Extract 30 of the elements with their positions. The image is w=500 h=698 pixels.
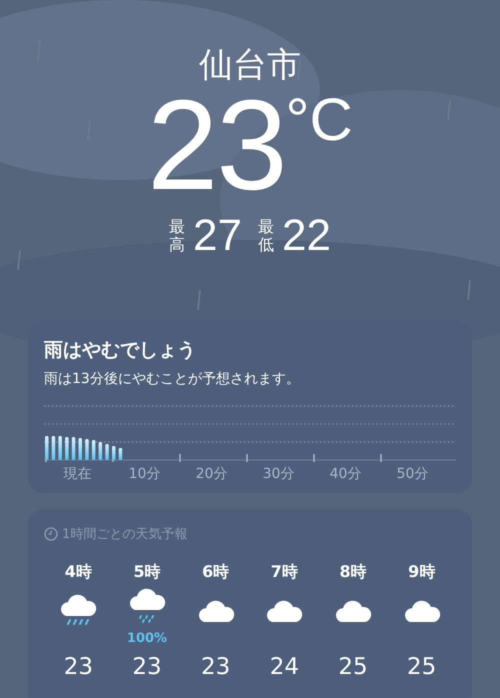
- precipitation-chance: 100%: [126, 632, 168, 646]
- hour-temperature: 23: [64, 653, 93, 682]
- low-label: 最低: [258, 218, 274, 254]
- time-axis-label: 10分: [128, 464, 162, 484]
- hour-label: 9時: [408, 561, 436, 583]
- time-axis-label: 40分: [328, 464, 362, 484]
- hour-temperature: 24: [270, 653, 299, 682]
- time-axis-label: 現在: [62, 464, 92, 484]
- high-label: 最高: [169, 218, 186, 254]
- time-axis-label: 50分: [396, 464, 430, 484]
- hour-label: 4時: [64, 561, 92, 583]
- time-axis-label: 20分: [194, 464, 228, 484]
- high-temperature: 27: [193, 214, 242, 258]
- rain-message: 雨は13分後にやむことが予想されます。: [44, 370, 301, 388]
- temperature-unit: °C: [286, 90, 353, 150]
- time-axis-label: 30分: [262, 464, 296, 484]
- hour-label: 5時: [133, 561, 161, 583]
- city-name: 仙台市: [199, 48, 301, 82]
- hour-temperature: 25: [407, 653, 436, 682]
- clock-icon: [44, 527, 58, 542]
- hour-temperature: 23: [201, 653, 230, 682]
- current-temperature: 23: [147, 82, 286, 210]
- hour-label: 7時: [270, 561, 298, 583]
- hour-temperature: 23: [132, 653, 162, 682]
- low-temperature: 22: [282, 214, 331, 258]
- hour-temperature: 25: [338, 653, 368, 682]
- hourly-title: 1時間ごとの天気予報: [62, 526, 188, 544]
- hour-label: 8時: [339, 561, 367, 583]
- hour-label: 6時: [202, 561, 230, 583]
- rain-title: 雨はやむでしょう: [44, 338, 197, 363]
